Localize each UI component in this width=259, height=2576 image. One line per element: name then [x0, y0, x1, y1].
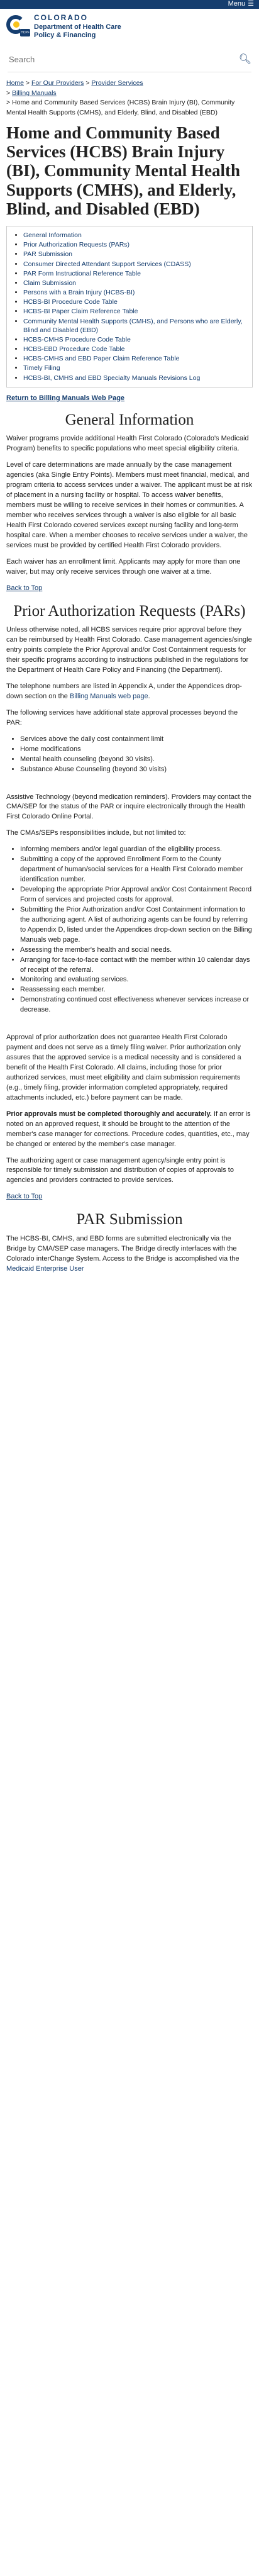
toc-link[interactable]: PAR Submission	[23, 250, 72, 258]
list-item: Monitoring and evaluating services.	[20, 975, 253, 985]
paragraph: Unless otherwise noted, all HCBS service…	[6, 626, 252, 674]
brand-line-1: Department of Health Care	[34, 23, 121, 31]
paragraph: Prior approvals must be completed thorou…	[6, 1110, 251, 1148]
page-title: Home and Community Based Services (HCBS)…	[6, 123, 240, 218]
section-heading-submission: PAR Submission	[76, 1211, 183, 1229]
paragraph: Assistive Technology (beyond medication …	[6, 793, 251, 821]
list-item: Reassessing each member.	[20, 985, 253, 995]
toc-link[interactable]: General Information	[23, 231, 82, 239]
paragraph: The HCBS-BI, CMHS, and EBD forms are sub…	[6, 1235, 240, 1273]
table-of-contents: General Information Prior Authorization …	[6, 226, 253, 388]
list-item: Developing the appropriate Prior Approva…	[20, 885, 253, 905]
list-item: Home modifications	[20, 745, 253, 755]
toc-link[interactable]: Prior Authorization Requests (PARs)	[23, 241, 130, 248]
return-to-billing-manuals-link[interactable]: Return to Billing Manuals Web Page	[6, 394, 253, 404]
hamburger-icon: ☰	[248, 0, 254, 8]
paragraph: The telephone numbers are listed in Appe…	[6, 683, 242, 700]
list-item: Demonstrating continued cost effectivene…	[20, 995, 253, 1015]
list-item: Informing members and/or legal guardian …	[20, 845, 253, 855]
menu-button[interactable]: Menu ☰	[228, 0, 254, 9]
toc-link[interactable]: HCBS-CMHS Procedure Code Table	[23, 336, 131, 343]
toc-link[interactable]: HCBS-EBD Procedure Code Table	[23, 345, 124, 353]
section-heading-general: General Information	[65, 411, 194, 428]
paragraph: Level of care determinations are made an…	[6, 461, 253, 549]
breadcrumb-provider-services[interactable]: Provider Services	[91, 79, 143, 87]
menu-label: Menu	[228, 0, 246, 8]
top-bar: Menu ☰	[0, 0, 259, 9]
bullet-list: Informing members and/or legal guardian …	[6, 845, 253, 1015]
list-item: Services above the daily cost containmen…	[20, 735, 253, 745]
breadcrumb-billing-manuals[interactable]: Billing Manuals	[12, 89, 57, 97]
paragraph: Waiver programs provide additional Healt…	[6, 435, 249, 453]
list-item: Substance Abuse Counseling (beyond 30 vi…	[20, 765, 253, 775]
paragraph: Each waiver has an enrollment limit. App…	[6, 557, 241, 576]
brand-line-2: Policy & Financing	[34, 31, 96, 40]
bullet-list: Services above the daily cost containmen…	[6, 735, 253, 775]
toc-link[interactable]: Persons with a Brain Injury (HCBS-BI)	[23, 289, 135, 296]
toc-link[interactable]: Community Mental Health Supports (CMHS),…	[23, 318, 243, 334]
toc-link[interactable]: Consumer Directed Attendant Support Serv…	[23, 260, 191, 268]
list-item: Submitting the Prior Authorization and/o…	[20, 905, 253, 945]
toc-link[interactable]: HCBS-BI Paper Claim Reference Table	[23, 308, 138, 315]
medicaid-enterprise-user-link[interactable]: Medicaid Enterprise User	[6, 1265, 84, 1273]
paragraph: Approval of prior authorization does not…	[6, 1034, 241, 1101]
colorado-logo-icon[interactable]: HCPF	[6, 14, 30, 38]
search-icon[interactable]: 🔍︎	[239, 52, 251, 67]
list-item: Assessing the member's health and social…	[20, 945, 253, 956]
brand-state: COLORADO	[34, 13, 88, 22]
paragraph: The CMAs/SEPs responsibilities include, …	[6, 829, 186, 837]
breadcrumb: Home > For Our Providers > Provider Serv…	[6, 79, 235, 117]
hcpf-badge: HCPF	[20, 29, 30, 37]
list-item: Submitting a copy of the approved Enroll…	[20, 855, 253, 885]
search-bar: 🔍︎	[8, 48, 251, 72]
section-heading-par: Prior Authorization Requests (PARs)	[13, 602, 246, 620]
brand-text[interactable]: COLORADO Department of Health Care Polic…	[34, 13, 121, 40]
back-to-top-link[interactable]: Back to Top	[6, 584, 253, 594]
toc-link[interactable]: HCBS-BI, CMHS and EBD Specialty Manuals …	[23, 374, 200, 382]
paragraph: The following services have additional s…	[6, 708, 238, 727]
list-item: Arranging for face-to-face contact with …	[20, 956, 253, 976]
search-input[interactable]	[8, 53, 239, 65]
billing-manuals-link[interactable]: Billing Manuals web page	[70, 693, 148, 700]
breadcrumb-home[interactable]: Home	[6, 79, 24, 87]
breadcrumb-providers[interactable]: For Our Providers	[31, 79, 84, 87]
back-to-top-link[interactable]: Back to Top	[6, 1192, 253, 1202]
toc-link[interactable]: Claim Submission	[23, 279, 76, 287]
page: Menu ☰ HCPF COLORADO Department of Healt…	[0, 0, 259, 1274]
toc-link[interactable]: HCBS-BI Procedure Code Table	[23, 298, 118, 306]
site-header: HCPF COLORADO Department of Health Care …	[0, 9, 259, 45]
toc-link[interactable]: PAR Form Instructional Reference Table	[23, 270, 141, 277]
toc-link[interactable]: HCBS-CMHS and EBD Paper Claim Reference …	[23, 355, 179, 362]
toc-link[interactable]: Timely Filing	[23, 364, 60, 372]
breadcrumb-current: Home and Community Based Services (HCBS)…	[6, 99, 235, 117]
list-item: Mental health counseling (beyond 30 visi…	[20, 755, 253, 765]
paragraph: The authorizing agent or case management…	[6, 1156, 234, 1185]
main-content: Home > For Our Providers > Provider Serv…	[0, 72, 259, 1274]
